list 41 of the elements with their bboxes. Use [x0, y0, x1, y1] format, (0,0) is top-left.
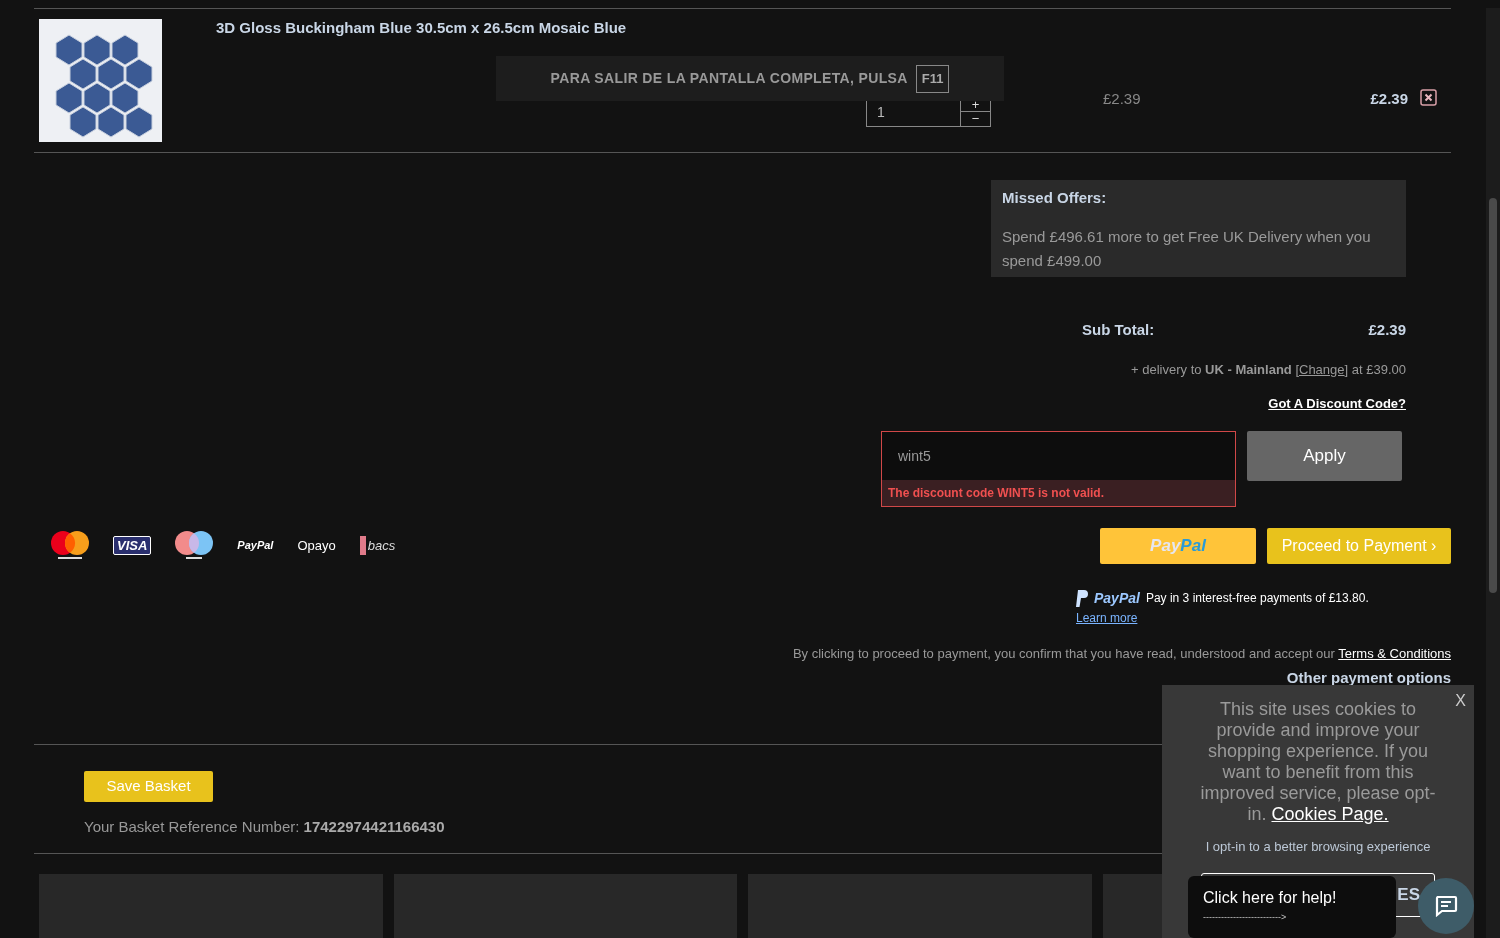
subtotal-label: Sub Total:: [1082, 320, 1155, 340]
cookie-message: This site uses cookies to provide and improve your shopping experience. If you want to benefit from this improved service, please opt-in. Cookies Page.: [1199, 699, 1437, 825]
discount-code-link[interactable]: Got A Discount Code?: [1268, 394, 1406, 414]
missed-offers-text: Spend £496.61 more to get Free UK Delivery when you spend £499.00: [1002, 226, 1372, 271]
remove-icon[interactable]: [1420, 89, 1437, 106]
opt-in-text: I opt-in to a better browsing experience: [1205, 838, 1431, 856]
other-payment-options-heading: Other payment options: [1286, 668, 1451, 688]
error-message: The discount code WINT5 is not valid.: [882, 479, 1235, 506]
basket-reference: Your Basket Reference Number: 17422974421166430: [84, 816, 445, 837]
missed-offers-title: Missed Offers:: [1002, 188, 1108, 208]
scrollbar[interactable]: [1486, 8, 1500, 938]
help-arrow: -------------------------->: [1203, 911, 1288, 924]
change-link[interactable]: Change: [1299, 361, 1345, 377]
delivery-text: + delivery to UK - Mainland [Change] at £39.00: [1131, 360, 1406, 379]
paypal-logo: PayPal: [237, 538, 274, 554]
discount-code-input[interactable]: wint5: [882, 431, 1235, 480]
decrement-button[interactable]: −: [961, 112, 990, 126]
apply-button[interactable]: Apply: [1247, 430, 1402, 481]
fullscreen-notice-text: PARA SALIR DE LA PANTALLA COMPLETA, PULSA: [550, 69, 908, 88]
subtotal-value: £2.39: [1368, 320, 1406, 340]
terms-link[interactable]: Terms & Conditions: [1338, 645, 1451, 661]
line-total: £2.39: [1370, 89, 1408, 109]
learn-more-link[interactable]: Learn more: [1076, 608, 1138, 627]
maestro-logo: [175, 530, 214, 561]
close-button[interactable]: X: [1455, 689, 1466, 713]
pay-later-text: Pay in 3 interest-free payments of £13.80.: [1145, 590, 1369, 607]
cookies-page-link[interactable]: Cookies Page.: [1271, 804, 1389, 824]
paypal-logo: PayPal: [1076, 587, 1140, 609]
product-title[interactable]: 3D Gloss Buckingham Blue 30.5cm x 26.5cm Mosaic Blue: [216, 18, 636, 37]
mastercard-logo: [51, 530, 89, 561]
help-tooltip[interactable]: Click here for help! -------------------------->: [1188, 876, 1396, 938]
help-text: Click here for help!: [1203, 888, 1338, 908]
f11-key: F11: [915, 64, 950, 93]
quantity-field[interactable]: 1: [867, 98, 960, 126]
discount-code-field[interactable]: wint5 The discount code WINT5 is not valid.: [881, 430, 1236, 507]
opayo-logo: Opayo: [297, 536, 336, 555]
chat-icon: [1434, 895, 1458, 917]
terms-text: By clicking to proceed to payment, you confirm that you have read, understood and accept our Terms & Conditions: [791, 644, 1451, 663]
visa-logo: VISA: [113, 536, 152, 555]
bacs-logo: bacs: [359, 535, 396, 556]
unit-price: £2.39: [1103, 89, 1141, 109]
